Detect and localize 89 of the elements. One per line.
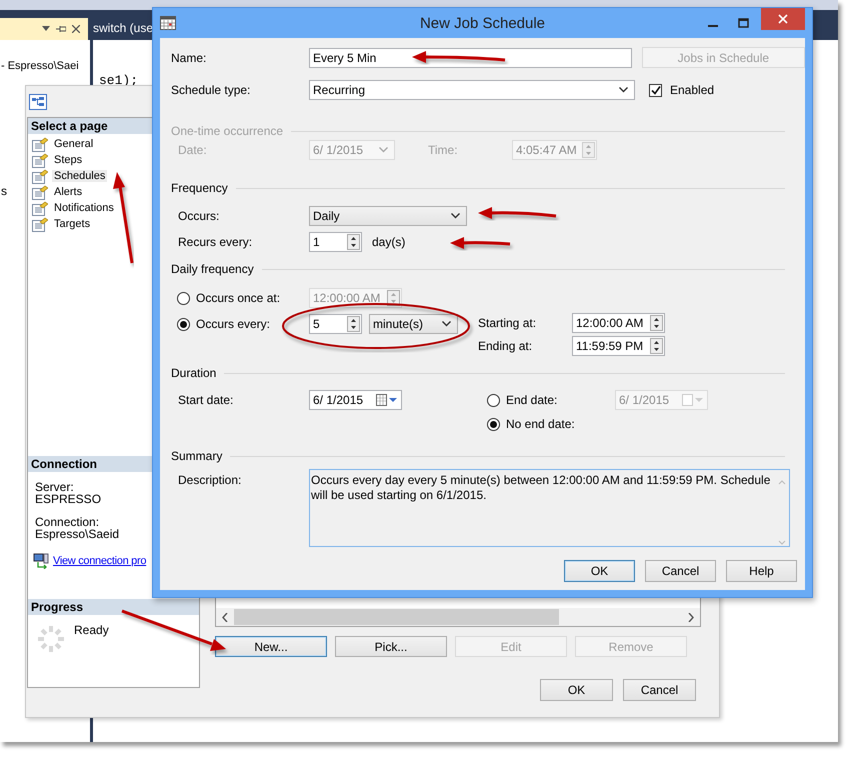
chevron-icon [619,87,628,93]
name-field[interactable]: Every 5 Min [309,48,632,68]
window-title: New Job Schedule [420,14,546,32]
field-label: Time: [428,143,459,157]
spin-buttons-icon[interactable] [347,234,360,250]
calendar-icon [160,16,176,30]
page-icon [32,152,48,168]
unit-label: day(s) [372,235,406,249]
arrow [450,237,510,249]
chevron-icon [379,147,388,153]
radio-label[interactable]: No end date: [506,417,615,431]
radio-label[interactable]: End date: [506,393,615,407]
list-button[interactable]: Pick... [335,636,447,657]
page-icon [32,200,48,216]
field-label: Name: [171,50,208,64]
close-icon [778,14,788,24]
close-button[interactable] [761,8,805,30]
page-item[interactable]: Steps [52,154,84,166]
page-icon [32,168,48,184]
field-label: Schedule type: [171,83,252,97]
time-spinner[interactable]: 5 [309,314,362,334]
spin-buttons-icon[interactable] [650,338,663,354]
scroll-right-icon[interactable] [688,612,694,622]
dialog-button[interactable]: Help [726,560,797,582]
field-label: Ending at: [478,339,534,353]
dialog-button[interactable]: Cancel [645,560,716,582]
window-icon [29,94,47,110]
horizontal-scrollbar[interactable] [216,608,700,626]
radio-label[interactable]: Occurs once at: [196,291,309,305]
field-label: Starting at: [478,316,538,330]
maximize-icon[interactable] [738,18,749,28]
progress-status: Ready [74,624,109,636]
page-item[interactable]: General [52,138,96,150]
unit-dropdown[interactable]: minute(s) [369,314,458,334]
document-tab[interactable]: switch (use [88,21,154,40]
page-item[interactable]: Schedules [52,170,108,182]
field-label: Occurs: [178,209,220,223]
server-name: ESPRESSO [35,493,102,505]
close-icon[interactable] [72,25,80,33]
dialog-button[interactable]: Cancel [623,679,696,701]
occurs-dropdown[interactable]: Daily [309,206,467,226]
radio-button[interactable] [487,394,500,406]
checkbox-label[interactable]: Enabled [670,83,714,97]
code-line: se1); [99,73,138,88]
field-label: Connection: [35,516,100,528]
page-icon [32,216,48,232]
spin-buttons-icon[interactable] [347,316,360,332]
panel-tab[interactable] [0,18,88,40]
progress-spinner-icon [36,624,66,654]
section-header: Frequency [171,181,228,195]
tree-item[interactable]: - Espresso\Saei [1,60,90,72]
chevron-icon [442,321,451,327]
dialog-button[interactable]: OK [540,679,613,701]
radio-button[interactable] [177,292,190,304]
field-label: Start date: [178,393,234,407]
start-date-picker[interactable]: 6/ 1/2015 [309,390,402,410]
scroll-left-icon[interactable] [222,612,228,622]
page-item[interactable]: Targets [52,218,92,230]
spin-buttons-icon[interactable] [650,315,663,331]
schedule-type-dropdown[interactable]: Recurring [309,80,635,100]
field-label: Server: [35,481,75,493]
dialog-button[interactable]: OK [564,560,635,582]
recurs-spinner[interactable]: 1 [309,232,362,252]
chevron-icon [451,213,460,219]
description-box[interactable]: Occurs every day every 5 minute(s) between 12:00:00 AM and 11:59:59 PM. Schedule will be used starting on 6/1/2015. [309,469,790,547]
section-header: Daily frequency [171,262,254,276]
start-time-spinner[interactable]: 12:00:00 AM [572,313,665,333]
page-icon [32,184,48,200]
checkbox[interactable] [649,84,662,96]
dropdown-icon[interactable] [42,26,50,32]
field-label: Recurs every: [178,235,254,249]
field-label: Date: [178,143,208,157]
end-time-spinner[interactable]: 11:59:59 PM [572,336,665,356]
radio-label[interactable]: Occurs every: [196,317,309,331]
section-header: Duration [171,366,216,380]
radio-button[interactable] [487,418,500,430]
scrollbar-thumb[interactable] [234,609,559,625]
page-icon [32,136,48,152]
page-item[interactable]: Alerts [52,186,84,198]
section-header: Progress [28,599,199,615]
pin-icon[interactable] [56,25,66,33]
computer-icon [33,553,49,569]
calendar-dropdown-icon[interactable] [376,394,398,406]
field-label: Description: [178,472,242,487]
connection-link[interactable]: View connection pro [53,555,146,567]
page-item[interactable]: Notifications [52,202,116,214]
radio-button[interactable] [177,318,190,330]
connection-name: Espresso\Saeid [35,528,120,540]
list-button[interactable]: New... [215,636,327,657]
